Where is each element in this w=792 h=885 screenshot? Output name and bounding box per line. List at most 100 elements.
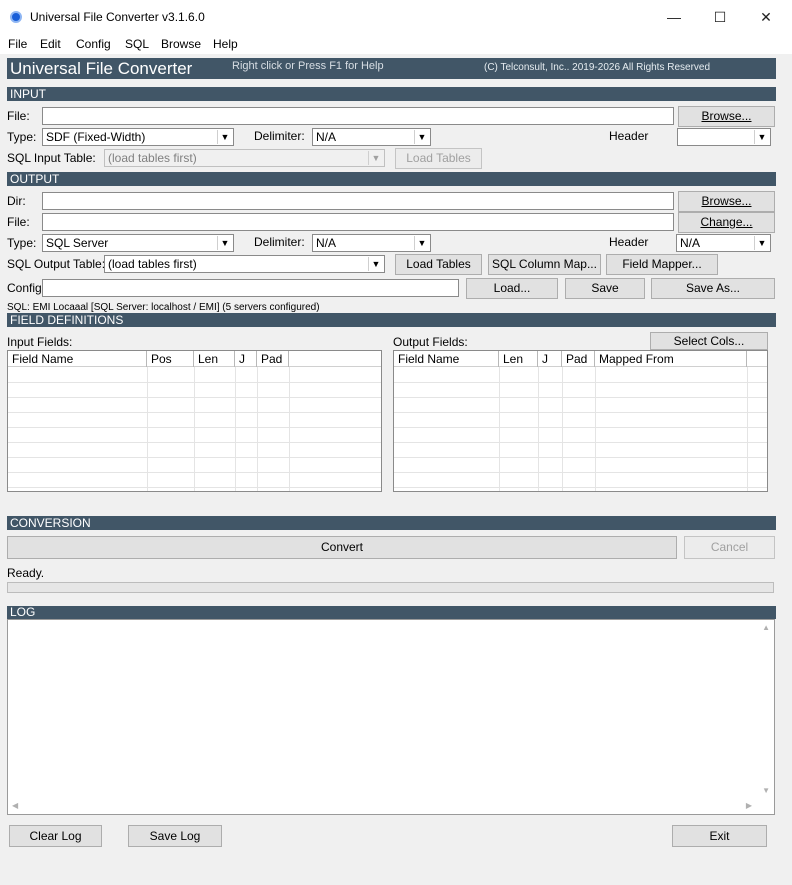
output-header-value: N/A (680, 236, 701, 250)
close-button[interactable]: ✕ (743, 4, 789, 30)
output-header-select[interactable]: N/A ▼ (676, 234, 771, 252)
menu-edit[interactable]: Edit (40, 37, 61, 51)
input-file-field[interactable] (42, 107, 674, 125)
grid-row-line (394, 457, 767, 458)
output-fields-label: Output Fields: (393, 335, 468, 349)
exit-button[interactable]: Exit (672, 825, 767, 847)
output-col-pad[interactable]: Pad (562, 351, 595, 367)
output-col-mapped-from[interactable]: Mapped From (595, 351, 747, 367)
output-delimiter-value: N/A (316, 236, 337, 250)
output-fields-grid[interactable]: Field Name Len J Pad Mapped From (393, 350, 768, 492)
output-sql-table-select[interactable]: (load tables first) ▼ (104, 255, 385, 273)
output-file-field[interactable] (42, 213, 674, 231)
config-load-button[interactable]: Load... (466, 278, 558, 299)
input-fields-label: Input Fields: (7, 335, 73, 349)
clear-log-button[interactable]: Clear Log (9, 825, 102, 847)
grid-row-line (8, 397, 381, 398)
input-sql-table-select[interactable]: (load tables first) ▼ (104, 149, 385, 167)
grid-row-line (8, 427, 381, 428)
output-fields-header: Field Name Len J Pad Mapped From (394, 351, 767, 367)
grid-row-line (8, 442, 381, 443)
title-bar: Universal File Converter v3.1.6.0 — ☐ ✕ (0, 0, 792, 34)
chevron-down-icon: ▼ (368, 151, 383, 165)
output-dir-label: Dir: (7, 194, 26, 208)
output-sql-table-label: SQL Output Table: (7, 257, 106, 271)
save-log-button[interactable]: Save Log (128, 825, 222, 847)
select-cols-button[interactable]: Select Cols... (650, 332, 768, 350)
input-type-select[interactable]: SDF (Fixed-Width) ▼ (42, 128, 234, 146)
field-definitions-header: FIELD DEFINITIONS (7, 313, 776, 327)
config-field[interactable] (42, 279, 459, 297)
output-type-select[interactable]: SQL Server ▼ (42, 234, 234, 252)
scroll-right-icon[interactable]: ▶ (746, 801, 752, 810)
output-type-value: SQL Server (46, 236, 109, 250)
grid-row-line (8, 412, 381, 413)
field-mapper-label: Field Mapper... (622, 257, 702, 271)
input-fields-grid[interactable]: Field Name Pos Len J Pad (7, 350, 382, 492)
input-delimiter-select[interactable]: N/A ▼ (312, 128, 431, 146)
app-icon (10, 11, 22, 23)
output-browse-button[interactable]: Browse... (678, 191, 775, 212)
input-col-pos[interactable]: Pos (147, 351, 194, 367)
menu-bar: File Edit Config SQL Browse Help (0, 34, 792, 54)
menu-config[interactable]: Config (76, 37, 111, 51)
menu-file[interactable]: File (8, 37, 27, 51)
output-change-button[interactable]: Change... (678, 212, 775, 233)
menu-sql[interactable]: SQL (125, 37, 149, 51)
output-header-label: Header (609, 235, 649, 249)
menu-browse[interactable]: Browse (161, 37, 201, 51)
grid-row-line (394, 487, 767, 488)
sql-column-map-button[interactable]: SQL Column Map... (488, 254, 601, 275)
banner-help-text: Right click or Press F1 for Help (232, 60, 384, 72)
grid-row-line (394, 412, 767, 413)
chevron-down-icon: ▼ (414, 130, 429, 144)
grid-row-line (394, 442, 767, 443)
input-col-pad[interactable]: Pad (257, 351, 289, 367)
minimize-button[interactable]: — (651, 4, 697, 30)
grid-row-line (8, 382, 381, 383)
grid-row-line (394, 427, 767, 428)
output-load-tables-button[interactable]: Load Tables (395, 254, 482, 275)
output-change-label: Change... (700, 215, 753, 229)
maximize-button[interactable]: ☐ (697, 4, 743, 30)
output-delimiter-select[interactable]: N/A ▼ (312, 234, 431, 252)
input-sql-table-label: SQL Input Table: (7, 151, 96, 165)
input-col-j[interactable]: J (235, 351, 257, 367)
conversion-section-header: CONVERSION (7, 516, 776, 530)
field-mapper-button[interactable]: Field Mapper... (606, 254, 718, 275)
convert-button[interactable]: Convert (7, 536, 677, 559)
chevron-down-icon: ▼ (217, 130, 232, 144)
banner-copyright: (C) Telconsult, Inc.. 2019-2026 All Righ… (484, 62, 711, 73)
scroll-down-icon[interactable]: ▼ (762, 786, 770, 795)
conversion-progress-bar (7, 582, 774, 593)
grid-row-line (8, 487, 381, 488)
output-col-j[interactable]: J (538, 351, 562, 367)
input-type-label: Type: (7, 130, 37, 144)
input-sql-table-value: (load tables first) (108, 151, 197, 165)
chevron-down-icon: ▼ (217, 236, 232, 250)
input-load-tables-button[interactable]: Load Tables (395, 148, 482, 169)
scroll-left-icon[interactable]: ◀ (12, 801, 18, 810)
conversion-status-text: Ready. (7, 566, 45, 580)
banner-title: Universal File Converter (10, 59, 193, 78)
input-header-select[interactable]: ▼ (677, 128, 771, 146)
output-delimiter-label: Delimiter: (254, 235, 305, 249)
cancel-button[interactable]: Cancel (684, 536, 775, 559)
sql-column-map-label: SQL Column Map... (492, 257, 597, 271)
output-col-len[interactable]: Len (499, 351, 538, 367)
input-col-len[interactable]: Len (194, 351, 235, 367)
output-load-tables-label: Load Tables (406, 257, 471, 271)
input-browse-button[interactable]: Browse... (678, 106, 775, 127)
config-save-as-button[interactable]: Save As... (651, 278, 775, 299)
scroll-up-icon[interactable]: ▲ (762, 623, 770, 632)
input-type-value: SDF (Fixed-Width) (46, 130, 146, 144)
output-dir-field[interactable] (42, 192, 674, 210)
chevron-down-icon: ▼ (754, 236, 769, 250)
input-col-field-name[interactable]: Field Name (8, 351, 147, 367)
menu-help[interactable]: Help (213, 37, 238, 51)
log-output[interactable]: ▲ ▼ ◀ ▶ (7, 619, 775, 815)
chevron-down-icon: ▼ (368, 257, 383, 271)
config-save-button[interactable]: Save (565, 278, 645, 299)
output-col-field-name[interactable]: Field Name (394, 351, 499, 367)
output-browse-label: Browse... (701, 194, 752, 208)
